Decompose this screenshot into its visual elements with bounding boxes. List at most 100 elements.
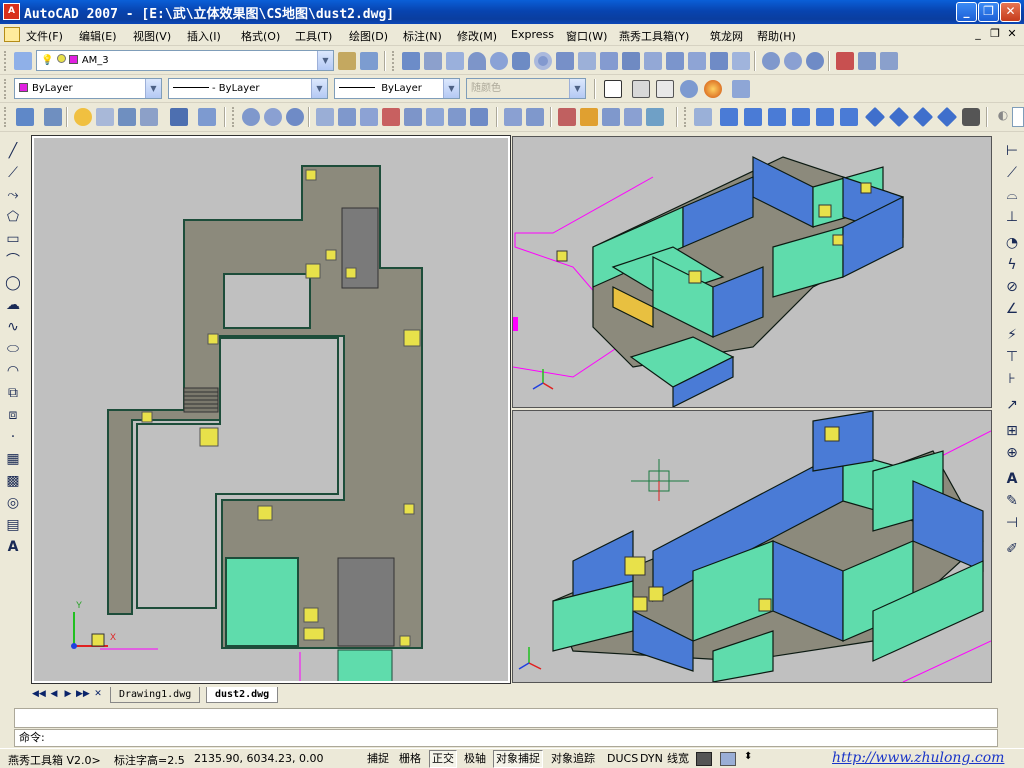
- right-view-icon[interactable]: [792, 108, 810, 126]
- realistic-icon[interactable]: [680, 80, 698, 98]
- mdi-close-button[interactable]: ✕: [1004, 27, 1020, 42]
- chevron-down-icon[interactable]: ▼: [317, 51, 333, 70]
- menu-window[interactable]: 窗口(W): [566, 28, 607, 44]
- ducs-toggle[interactable]: DUCS: [604, 750, 641, 768]
- chevron-down-icon[interactable]: ▼: [145, 79, 161, 98]
- menu-modify[interactable]: 修改(M): [457, 28, 497, 44]
- polygon-icon[interactable]: ⬠: [4, 208, 22, 226]
- snap-toggle[interactable]: 捕捉: [364, 750, 392, 768]
- color-dropdown[interactable]: ByLayer ▼: [14, 78, 162, 99]
- coordinates-readout[interactable]: 2135.90, 6034.23, 0.00: [194, 752, 323, 765]
- status-menu-arrow-icon[interactable]: ⬍: [744, 751, 752, 762]
- menu-format[interactable]: 格式(O): [241, 28, 280, 44]
- offset-faces-icon[interactable]: [360, 108, 378, 126]
- autocad-app-icon[interactable]: A: [3, 3, 20, 20]
- subtract-icon[interactable]: [784, 52, 802, 70]
- color-faces-icon[interactable]: [470, 108, 488, 126]
- dimension-edit-icon[interactable]: A: [1003, 470, 1021, 488]
- walk-icon[interactable]: [170, 108, 188, 126]
- dimension-style-icon[interactable]: ✐: [1003, 540, 1021, 558]
- flythrough-icon[interactable]: [198, 108, 216, 126]
- construction-line-icon[interactable]: ⟋: [4, 164, 22, 182]
- tolerance-icon[interactable]: ⊞: [1003, 422, 1021, 440]
- wedge-icon[interactable]: [424, 52, 442, 70]
- menu-file[interactable]: 文件(F): [26, 28, 63, 44]
- hidden-icon[interactable]: [656, 80, 674, 98]
- baseline-dimension-icon[interactable]: ⊤: [1003, 348, 1021, 366]
- layer-manager-icon[interactable]: [14, 52, 32, 70]
- menu-tools[interactable]: 工具(T): [295, 28, 332, 44]
- insert-block-icon[interactable]: ⧉: [4, 384, 22, 402]
- viewport-iso-top[interactable]: [512, 136, 992, 408]
- table-icon[interactable]: ▤: [4, 516, 22, 534]
- close-tab-icon[interactable]: ✕: [92, 688, 104, 701]
- back-view-icon[interactable]: [840, 108, 858, 126]
- move-faces-icon[interactable]: [338, 108, 356, 126]
- cone-icon[interactable]: [468, 52, 486, 70]
- layer-dropdown[interactable]: 💡 AM_3 ▼: [36, 50, 334, 71]
- quick-dimension-icon[interactable]: ⚡: [1003, 326, 1021, 344]
- top-view-icon[interactable]: [720, 108, 738, 126]
- imprint-icon[interactable]: [558, 108, 576, 126]
- box-icon[interactable]: [402, 52, 420, 70]
- presspull-icon[interactable]: [622, 52, 640, 70]
- open-icon[interactable]: [16, 108, 34, 126]
- continue-dimension-icon[interactable]: ⊦: [1003, 370, 1021, 388]
- jogged-dimension-icon[interactable]: ϟ: [1003, 256, 1021, 274]
- chevron-down-icon[interactable]: ▼: [443, 79, 459, 98]
- subtract-icon[interactable]: [264, 108, 282, 126]
- pyramid-icon[interactable]: [446, 52, 464, 70]
- tab-drawing1[interactable]: Drawing1.dwg: [110, 687, 201, 703]
- osnap-toggle[interactable]: 对象捕捉: [493, 750, 543, 768]
- back-arrow-icon[interactable]: ◐: [994, 108, 1012, 126]
- se-iso-icon[interactable]: [888, 106, 910, 128]
- minimize-button[interactable]: _: [956, 2, 977, 22]
- center-mark-icon[interactable]: ⊕: [1003, 444, 1021, 462]
- quick-leader-icon[interactable]: ↗: [1003, 396, 1021, 414]
- aligned-dimension-icon[interactable]: ⟋: [1003, 164, 1021, 182]
- gradient-icon[interactable]: ▩: [4, 472, 22, 490]
- menu-edit[interactable]: 编辑(E): [79, 28, 117, 44]
- copy-faces-icon[interactable]: [448, 108, 466, 126]
- materials-icon[interactable]: [96, 108, 114, 126]
- viewport-iso-bottom[interactable]: [512, 410, 992, 683]
- drawing-area[interactable]: Y X: [30, 134, 996, 685]
- light-icon[interactable]: [74, 108, 92, 126]
- planar-surface-icon[interactable]: [710, 52, 728, 70]
- arc-icon[interactable]: ⌒: [4, 252, 22, 270]
- extrude-icon[interactable]: [600, 52, 618, 70]
- ellipse-arc-icon[interactable]: ◠: [4, 362, 22, 380]
- ortho-toggle[interactable]: 正交: [429, 750, 457, 768]
- sphere-icon[interactable]: [490, 52, 508, 70]
- menu-insert[interactable]: 插入(I): [187, 28, 221, 44]
- grid-toggle[interactable]: 栅格: [396, 750, 424, 768]
- dimension-update-icon[interactable]: ⊣: [1003, 514, 1021, 532]
- menu-zhulong[interactable]: 筑龙网: [710, 28, 743, 44]
- 2d-wireframe-icon[interactable]: [604, 80, 622, 98]
- revolve-icon[interactable]: [666, 52, 684, 70]
- union-icon[interactable]: [762, 52, 780, 70]
- render-icon[interactable]: [44, 108, 62, 126]
- menu-dimension[interactable]: 标注(N): [403, 28, 442, 44]
- rectangle-icon[interactable]: ▭: [4, 230, 22, 248]
- layer-previous-icon[interactable]: [360, 52, 378, 70]
- polysolid-icon[interactable]: [556, 52, 574, 70]
- linear-dimension-icon[interactable]: ⊢: [1003, 142, 1021, 160]
- angular-dimension-icon[interactable]: ∠: [1003, 300, 1021, 318]
- point-icon[interactable]: ·: [4, 428, 22, 446]
- ne-iso-icon[interactable]: [912, 106, 934, 128]
- sweep-icon[interactable]: [644, 52, 662, 70]
- radius-dimension-icon[interactable]: ◔: [1003, 234, 1021, 252]
- diameter-dimension-icon[interactable]: ⊘: [1003, 278, 1021, 296]
- menu-help[interactable]: 帮助(H): [757, 28, 796, 44]
- make-block-icon[interactable]: ⧈: [4, 406, 22, 424]
- conceptual-icon[interactable]: [704, 80, 722, 98]
- circle-icon[interactable]: ◯: [4, 274, 22, 292]
- left-view-icon[interactable]: [768, 108, 786, 126]
- union-icon[interactable]: [242, 108, 260, 126]
- menu-draw[interactable]: 绘图(D): [349, 28, 388, 44]
- named-views-icon[interactable]: [694, 108, 712, 126]
- rotate-faces-icon[interactable]: [404, 108, 422, 126]
- make-layer-current-icon[interactable]: [338, 52, 356, 70]
- linetype-dropdown[interactable]: - ByLayer ▼: [168, 78, 328, 99]
